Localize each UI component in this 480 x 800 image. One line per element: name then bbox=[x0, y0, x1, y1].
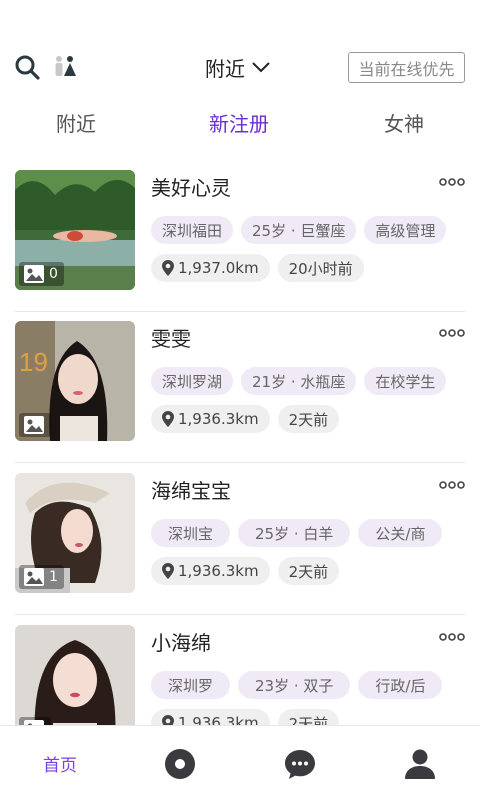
avatar[interactable]: 19 bbox=[15, 321, 135, 441]
distance: 1,937.0km bbox=[178, 259, 259, 277]
tag-location: 深圳福田 bbox=[151, 216, 234, 244]
location-select[interactable]: 附近 bbox=[205, 52, 271, 82]
user-card[interactable]: 1 海绵宝宝 深圳宝 25岁 · 白羊 公关/商 1,936.3km 2天前 bbox=[0, 463, 480, 615]
tag-location: 深圳宝 bbox=[151, 519, 231, 547]
user-card[interactable]: 小海绵 深圳罗 23岁 · 双子 行政/后 1,936.3km 2天前 bbox=[0, 615, 480, 725]
photo-count-badge: 1 bbox=[19, 565, 64, 589]
user-meta: 1,937.0km 20小时前 bbox=[151, 254, 364, 282]
more-icon[interactable] bbox=[439, 632, 465, 642]
photo-count-badge: 0 bbox=[19, 262, 64, 286]
tab-nearby[interactable]: 附近 bbox=[56, 108, 96, 137]
image-icon bbox=[24, 416, 44, 434]
user-meta: 1,936.3km 2天前 bbox=[151, 709, 340, 725]
distance: 1,936.3km bbox=[178, 562, 259, 580]
location-label: 附近 bbox=[205, 56, 245, 81]
user-tags: 深圳罗 23岁 · 双子 行政/后 bbox=[151, 671, 443, 699]
distance: 1,936.3km bbox=[178, 410, 259, 428]
nav-profile[interactable] bbox=[380, 726, 460, 800]
nav-discover[interactable] bbox=[140, 726, 220, 800]
top-bar: 附近 当前在线优先 bbox=[0, 44, 480, 90]
user-tags: 深圳罗湖 21岁 · 水瓶座 在校学生 bbox=[151, 367, 447, 395]
avatar-photo bbox=[15, 625, 135, 725]
photo-count: 0 bbox=[49, 266, 58, 282]
user-meta: 1,936.3km 2天前 bbox=[151, 557, 340, 585]
tab-bar: 附近 新注册 女神 bbox=[0, 108, 480, 144]
svg-text:19: 19 bbox=[19, 347, 48, 377]
user-list: 0 美好心灵 深圳福田 25岁 · 巨蟹座 高级管理 1,937.0km 20小… bbox=[0, 160, 480, 725]
image-icon bbox=[24, 568, 44, 586]
tag-occupation: 行政/后 bbox=[358, 671, 443, 699]
tag-age-zodiac: 21岁 · 水瓶座 bbox=[241, 367, 357, 395]
distance-pill: 1,936.3km bbox=[151, 709, 270, 725]
distance: 1,936.3km bbox=[178, 714, 259, 725]
user-name: 雯雯 bbox=[151, 327, 191, 351]
user-icon bbox=[405, 749, 435, 779]
tab-goddess[interactable]: 女神 bbox=[384, 108, 424, 137]
more-icon[interactable] bbox=[439, 328, 465, 338]
user-card[interactable]: 19 雯雯 深圳罗湖 21岁 · 水瓶座 在校学生 1,936.3km 2天前 bbox=[0, 311, 480, 463]
tag-location: 深圳罗湖 bbox=[151, 367, 234, 395]
user-name: 小海绵 bbox=[151, 631, 211, 655]
tag-age-zodiac: 25岁 · 白羊 bbox=[238, 519, 351, 547]
last-active: 2天前 bbox=[277, 709, 340, 725]
distance-pill: 1,936.3km bbox=[151, 405, 270, 433]
gender-filter-icon[interactable] bbox=[52, 54, 78, 80]
bottom-nav: 首页 bbox=[0, 725, 480, 800]
tag-age-zodiac: 25岁 · 巨蟹座 bbox=[241, 216, 357, 244]
avatar[interactable]: 1 bbox=[15, 473, 135, 593]
tab-new-registered[interactable]: 新注册 bbox=[209, 108, 269, 137]
tag-location: 深圳罗 bbox=[151, 671, 231, 699]
user-tags: 深圳宝 25岁 · 白羊 公关/商 bbox=[151, 519, 443, 547]
last-active: 2天前 bbox=[277, 557, 340, 585]
discover-icon bbox=[165, 748, 195, 779]
image-icon bbox=[24, 265, 44, 283]
nav-home[interactable]: 首页 bbox=[20, 726, 100, 800]
photo-count-badge bbox=[19, 413, 51, 437]
avatar[interactable]: 0 bbox=[15, 170, 135, 290]
last-active: 20小时前 bbox=[277, 254, 364, 282]
online-first-button[interactable]: 当前在线优先 bbox=[348, 52, 465, 83]
distance-pill: 1,936.3km bbox=[151, 557, 270, 585]
chat-bubble-icon bbox=[285, 749, 315, 779]
location-pin-icon bbox=[162, 715, 174, 725]
last-active: 2天前 bbox=[277, 405, 340, 433]
user-card[interactable]: 0 美好心灵 深圳福田 25岁 · 巨蟹座 高级管理 1,937.0km 20小… bbox=[0, 160, 480, 312]
user-name: 海绵宝宝 bbox=[151, 479, 231, 503]
location-pin-icon bbox=[162, 411, 174, 427]
user-tags: 深圳福田 25岁 · 巨蟹座 高级管理 bbox=[151, 216, 447, 244]
avatar[interactable] bbox=[15, 625, 135, 725]
more-icon[interactable] bbox=[439, 177, 465, 187]
nav-messages[interactable] bbox=[260, 726, 340, 800]
location-pin-icon bbox=[162, 563, 174, 579]
user-name: 美好心灵 bbox=[151, 176, 231, 200]
tag-occupation: 在校学生 bbox=[364, 367, 447, 395]
tag-occupation: 高级管理 bbox=[364, 216, 447, 244]
chevron-down-icon bbox=[252, 62, 270, 73]
distance-pill: 1,937.0km bbox=[151, 254, 270, 282]
tag-occupation: 公关/商 bbox=[358, 519, 443, 547]
photo-count: 1 bbox=[49, 569, 58, 585]
more-icon[interactable] bbox=[439, 480, 465, 490]
search-icon[interactable] bbox=[14, 54, 40, 80]
tag-age-zodiac: 23岁 · 双子 bbox=[238, 671, 351, 699]
photo-count-badge bbox=[19, 717, 51, 725]
user-meta: 1,936.3km 2天前 bbox=[151, 405, 340, 433]
location-pin-icon bbox=[162, 260, 174, 276]
